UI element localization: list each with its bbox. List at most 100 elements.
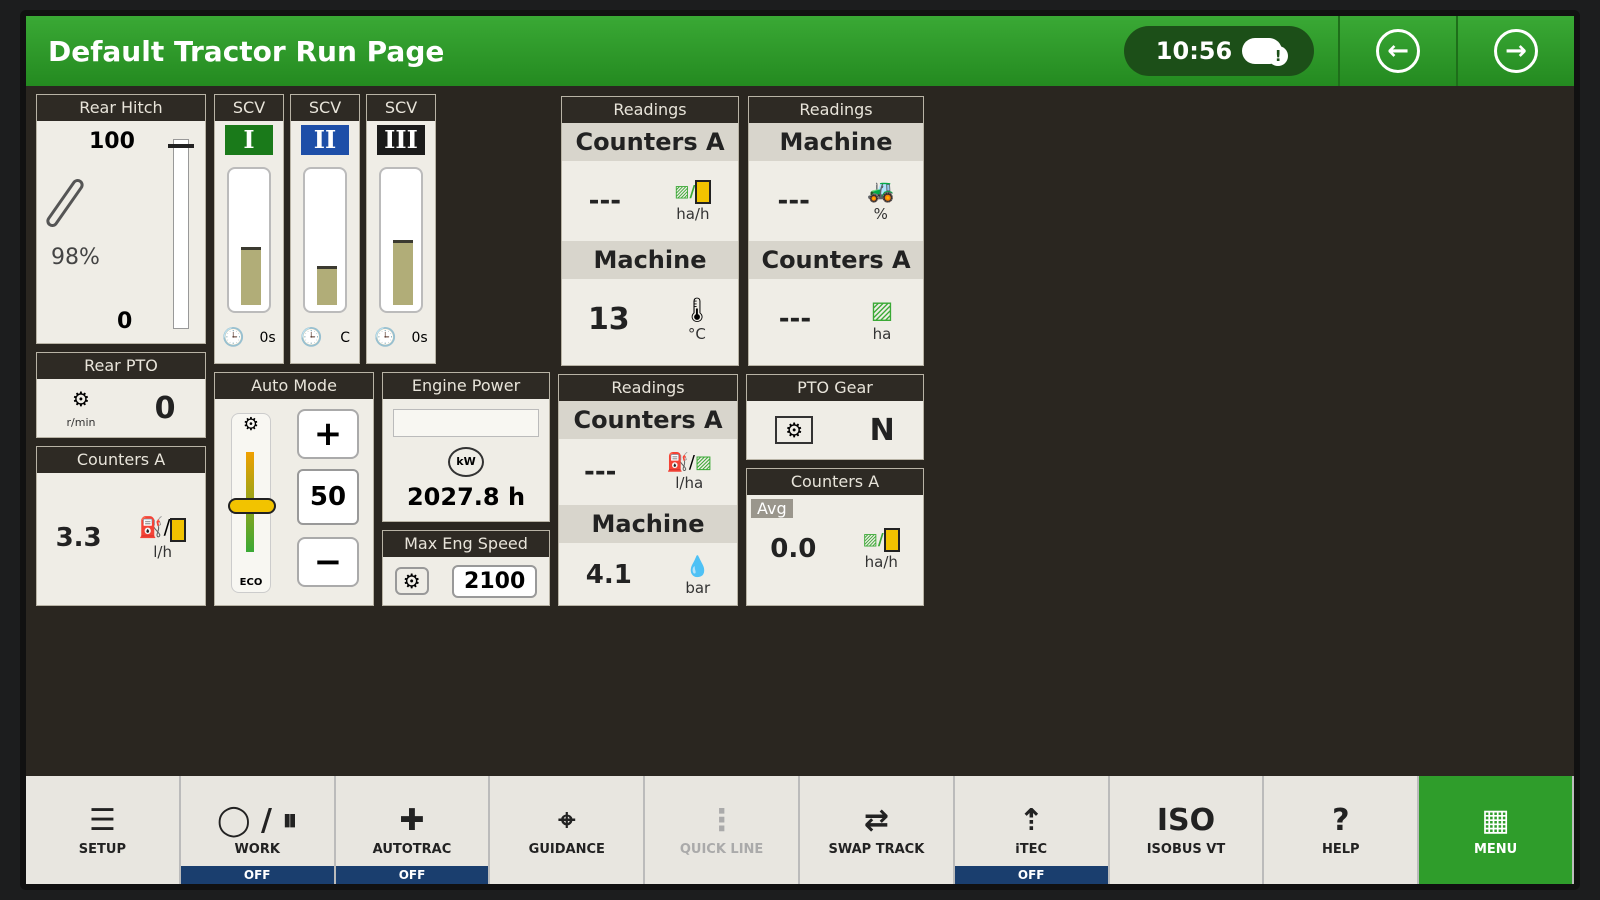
tractor-slip-icon: 🚜	[867, 179, 895, 204]
help-button[interactable]: ? HELP	[1264, 776, 1420, 884]
eco-icon: ECO	[239, 577, 263, 588]
isobus-vt-button[interactable]: ISO ISOBUS VT	[1109, 776, 1265, 884]
counters-a-avg-value: 0.0	[770, 534, 817, 564]
power-icon: ⚙	[242, 414, 260, 435]
fuel-rate-icon: ⛽/	[138, 515, 171, 540]
work-icon: ◯ / ⏸	[216, 803, 298, 838]
counters-a-avg-panel[interactable]: Counters A Avg 0.0 ▨/ ha/h	[746, 468, 924, 606]
clock-status[interactable]: 10:56 !	[1124, 26, 1314, 76]
help-icon: ?	[1332, 803, 1350, 838]
readings-left-title: Readings	[562, 97, 738, 123]
readings-right-b-name: Counters A	[749, 241, 923, 279]
scv-numeral: II	[301, 125, 349, 155]
auto-mode-title: Auto Mode	[215, 373, 373, 399]
hourglass-icon	[883, 527, 900, 552]
clock-icon: 🕒	[222, 327, 245, 348]
readings-right-panel[interactable]: Readings Machine --- 🚜% Counters A --- ▨…	[748, 96, 924, 366]
readings-right-b-unit: ha	[872, 324, 892, 343]
menu-icon: ▦	[1481, 803, 1510, 838]
engine-hours-value: 2027.8 h	[406, 483, 526, 511]
dock-label: AUTOTRAC	[372, 842, 452, 857]
readings-mid-b-value: 4.1	[585, 560, 632, 590]
auto-mode-slider-handle[interactable]	[228, 498, 276, 514]
scv-timer: C	[340, 329, 351, 346]
rear-pto-panel[interactable]: Rear PTO ⚙ r/min 0	[36, 352, 206, 438]
clock-icon: 🕒	[299, 327, 323, 348]
readings-right-a-value: ---	[777, 186, 810, 216]
scv-panel-2[interactable]: SCV II 🕒 C	[290, 94, 360, 364]
readings-left-b-name: Machine	[562, 241, 738, 279]
setup-button[interactable]: ☰ SETUP	[26, 776, 181, 884]
readings-right-title: Readings	[749, 97, 923, 123]
scv-flow-fill	[393, 240, 413, 305]
dock-label: HELP	[1321, 842, 1360, 857]
pto-gear-title: PTO Gear	[747, 375, 923, 401]
readings-left-b-value: 13	[587, 301, 630, 337]
pto-gear-icon: ⚙	[775, 416, 814, 444]
quick-line-button[interactable]: ⋮ QUICK LINE	[645, 776, 800, 884]
back-button[interactable]: ←	[1338, 16, 1456, 86]
scv-panel-1[interactable]: SCV I 🕒 0s	[214, 94, 284, 364]
autotrac-icon: ✚	[399, 803, 425, 838]
rear-hitch-title: Rear Hitch	[37, 95, 205, 121]
max-eng-speed-value[interactable]: 2100	[452, 564, 538, 598]
scv-flow-gauge	[379, 167, 423, 313]
clock-icon: 🕒	[374, 327, 397, 348]
guidance-button[interactable]: ⌖ GUIDANCE	[490, 776, 646, 884]
swap-track-icon: ⇄	[863, 803, 889, 838]
scv-title: SCV	[367, 95, 435, 121]
readings-mid-b-name: Machine	[559, 505, 737, 543]
itec-button[interactable]: ⇡ iTEC OFF	[954, 776, 1110, 884]
scv-title: SCV	[215, 95, 283, 121]
counters-a-fuel-value: 3.3	[55, 523, 102, 553]
readings-left-a-value: ---	[588, 186, 622, 216]
auto-mode-value[interactable]: 50	[297, 469, 359, 525]
forward-button[interactable]: →	[1456, 16, 1574, 86]
clock-time: 10:56	[1155, 37, 1233, 65]
scv-numeral: III	[377, 125, 425, 155]
engine-kw-icon: kW	[448, 447, 484, 477]
avg-tag: Avg	[751, 499, 793, 518]
pto-gear-value: N	[869, 412, 895, 448]
dock-label: iTEC	[1015, 842, 1048, 857]
hitch-level-marker	[168, 143, 194, 148]
readings-mid-a-value: ---	[584, 457, 617, 487]
scv-title: SCV	[291, 95, 359, 121]
auto-mode-panel: Auto Mode ⚙ ECO + 50 −	[214, 372, 374, 606]
dock-label: MENU	[1473, 842, 1518, 857]
coolant-temp-icon: 🌡	[681, 295, 713, 324]
max-eng-speed-panel[interactable]: Max Eng Speed ⚙ 2100	[382, 530, 550, 606]
hitch-min: 0	[117, 309, 133, 334]
autotrac-button[interactable]: ✚ AUTOTRAC OFF	[335, 776, 491, 884]
dock-status: OFF	[180, 866, 334, 884]
scv-flow-gauge	[303, 167, 347, 313]
scv-timer: 0s	[259, 329, 276, 346]
readings-mid-b-unit: bar	[685, 578, 711, 597]
counters-a-fuel-panel[interactable]: Counters A 3.3 ⛽/ l/h	[36, 446, 206, 606]
readings-right-a-name: Machine	[749, 123, 923, 161]
engine-power-bar	[393, 409, 539, 437]
pto-gear-panel[interactable]: PTO Gear ⚙ N	[746, 374, 924, 460]
auto-mode-plus-button[interactable]: +	[297, 409, 359, 459]
hourglass-icon	[170, 517, 187, 542]
area-rate-icon: ▨/	[674, 181, 696, 200]
swap-track-button[interactable]: ⇄ SWAP TRACK	[799, 776, 955, 884]
readings-left-panel[interactable]: Readings Counters A --- ▨/ ha/h Machine 1…	[561, 96, 739, 366]
page-title: Default Tractor Run Page	[48, 34, 445, 68]
dock-label: ISOBUS VT	[1146, 842, 1226, 857]
scv-panel-3[interactable]: SCV III 🕒 0s	[366, 94, 436, 364]
readings-mid-panel[interactable]: Readings Counters A --- ⛽/▨ l/ha Machine …	[558, 374, 738, 606]
scv-flow-gauge	[227, 167, 271, 313]
fuel-per-area-icon: ⛽/▨	[666, 452, 712, 473]
dock-label: SWAP TRACK	[828, 842, 925, 857]
readings-left-b-unit: °C	[687, 324, 706, 343]
auto-mode-minus-button[interactable]: −	[297, 537, 359, 587]
rear-hitch-panel[interactable]: Rear Hitch 100 98% 0	[36, 94, 206, 344]
hitch-percent: 98%	[51, 245, 100, 270]
menu-button[interactable]: ▦ MENU	[1419, 776, 1574, 884]
readings-left-a-name: Counters A	[562, 123, 738, 161]
work-button[interactable]: ◯ / ⏸ WORK OFF	[180, 776, 336, 884]
engine-power-panel[interactable]: Engine Power kW 2027.8 h	[382, 372, 550, 522]
rear-pto-unit: r/min	[66, 415, 96, 429]
oil-pressure-icon: 💧	[685, 553, 711, 578]
